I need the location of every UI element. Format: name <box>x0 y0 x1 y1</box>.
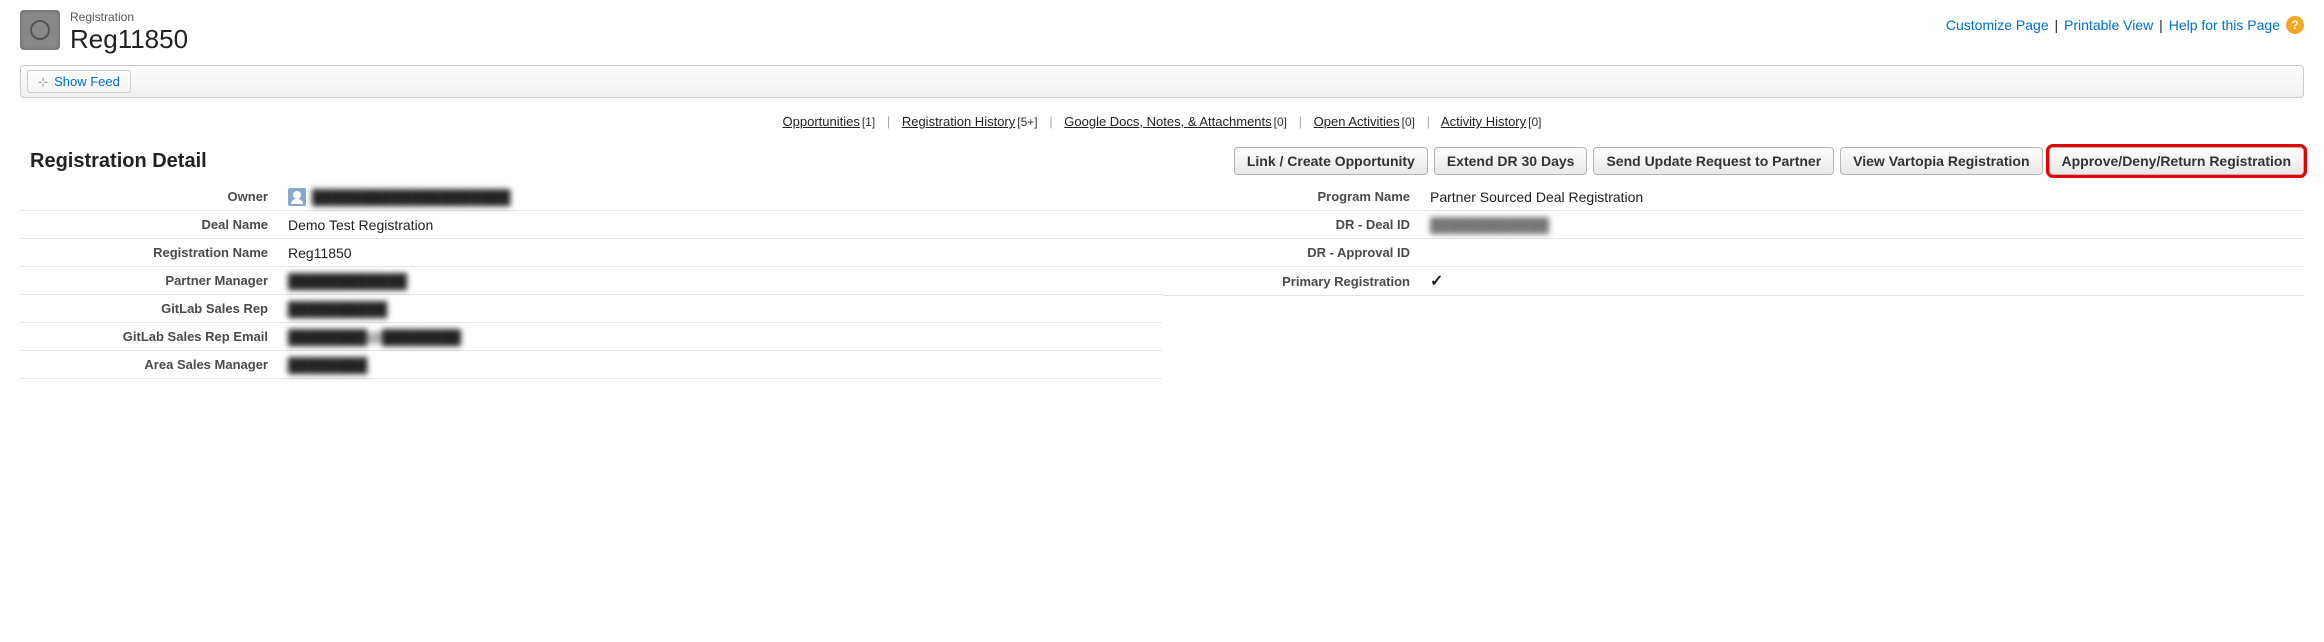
field-gitlab-sales-rep: GitLab Sales Rep ██████████ <box>20 295 1162 323</box>
help-icon[interactable]: ? <box>2286 16 2304 34</box>
label-registration-name: Registration Name <box>20 241 280 264</box>
related-open-activities[interactable]: Open Activities <box>1314 114 1400 129</box>
value-gitlab-sales-rep-email: ████████@████████ <box>280 325 1162 349</box>
label-partner-manager: Partner Manager <box>20 269 280 292</box>
right-column: Program Name Partner Sourced Deal Regist… <box>1162 183 2304 379</box>
field-dr-deal-id: DR - Deal ID ████████████ <box>1162 211 2304 239</box>
field-dr-approval-id: DR - Approval ID <box>1162 239 2304 267</box>
value-primary-registration: ✓ <box>1422 267 2304 295</box>
field-registration-name: Registration Name Reg11850 <box>20 239 1162 267</box>
record-name: Reg11850 <box>70 24 188 55</box>
value-registration-name: Reg11850 <box>280 241 1162 265</box>
extend-dr-button[interactable]: Extend DR 30 Days <box>1434 147 1588 175</box>
customize-page-link[interactable]: Customize Page <box>1946 17 2049 33</box>
related-opportunities[interactable]: Opportunities <box>783 114 860 129</box>
left-column: Owner ████████████████████ Deal Name Dem… <box>20 183 1162 379</box>
value-gitlab-sales-rep: ██████████ <box>280 297 1162 321</box>
field-deal-name: Deal Name Demo Test Registration <box>20 211 1162 239</box>
link-create-opportunity-button[interactable]: Link / Create Opportunity <box>1234 147 1428 175</box>
value-deal-name: Demo Test Registration <box>280 213 1162 237</box>
field-partner-manager: Partner Manager ████████████ <box>20 267 1162 295</box>
field-primary-registration: Primary Registration ✓ <box>1162 267 2304 296</box>
label-gitlab-sales-rep: GitLab Sales Rep <box>20 297 280 320</box>
printable-view-link[interactable]: Printable View <box>2064 17 2153 33</box>
label-deal-name: Deal Name <box>20 213 280 236</box>
field-owner: Owner ████████████████████ <box>20 183 1162 211</box>
related-open-activities-count: [0] <box>1402 115 1415 129</box>
record-type-label: Registration <box>70 10 188 24</box>
page-header: Registration Reg11850 Customize Page | P… <box>20 10 2304 55</box>
field-program-name: Program Name Partner Sourced Deal Regist… <box>1162 183 2304 211</box>
detail-buttons: Link / Create Opportunity Extend DR 30 D… <box>1234 147 2304 175</box>
value-dr-approval-id <box>1422 249 2304 257</box>
value-dr-deal-id: ████████████ <box>1422 213 2304 237</box>
show-feed-label: Show Feed <box>54 74 120 89</box>
value-owner: ████████████████████ <box>280 184 1162 210</box>
label-gitlab-sales-rep-email: GitLab Sales Rep Email <box>20 325 280 348</box>
title-block: Registration Reg11850 <box>70 10 188 55</box>
detail-grid: Owner ████████████████████ Deal Name Dem… <box>20 183 2304 379</box>
value-area-sales-manager: ████████ <box>280 353 1162 377</box>
related-links: Opportunities[1] | Registration History[… <box>20 106 2304 147</box>
view-vartopia-button[interactable]: View Vartopia Registration <box>1840 147 2042 175</box>
feed-bar: ⊹ Show Feed <box>20 65 2304 98</box>
related-opportunities-count: [1] <box>862 115 875 129</box>
approve-deny-return-button[interactable]: Approve/Deny/Return Registration <box>2049 147 2304 175</box>
label-owner: Owner <box>20 185 280 208</box>
label-dr-approval-id: DR - Approval ID <box>1162 241 1422 264</box>
feed-icon: ⊹ <box>38 75 48 89</box>
show-feed-button[interactable]: ⊹ Show Feed <box>27 70 131 93</box>
related-activity-history[interactable]: Activity History <box>1441 114 1526 129</box>
label-primary-registration: Primary Registration <box>1162 270 1422 293</box>
label-program-name: Program Name <box>1162 185 1422 208</box>
detail-header: Registration Detail Link / Create Opport… <box>20 147 2304 175</box>
related-registration-history-count: [5+] <box>1017 115 1037 129</box>
label-area-sales-manager: Area Sales Manager <box>20 353 280 376</box>
label-dr-deal-id: DR - Deal ID <box>1162 213 1422 236</box>
safe-icon <box>20 10 60 50</box>
header-links: Customize Page | Printable View | Help f… <box>1946 10 2304 34</box>
related-activity-history-count: [0] <box>1528 115 1541 129</box>
field-gitlab-sales-rep-email: GitLab Sales Rep Email ████████@████████ <box>20 323 1162 351</box>
send-update-request-button[interactable]: Send Update Request to Partner <box>1593 147 1834 175</box>
header-left: Registration Reg11850 <box>20 10 188 55</box>
person-icon[interactable] <box>288 188 306 206</box>
checkmark-icon: ✓ <box>1430 271 1443 291</box>
related-registration-history[interactable]: Registration History <box>902 114 1015 129</box>
related-google-docs-count: [0] <box>1274 115 1287 129</box>
value-program-name: Partner Sourced Deal Registration <box>1422 185 2304 209</box>
value-partner-manager: ████████████ <box>280 269 1162 293</box>
related-google-docs[interactable]: Google Docs, Notes, & Attachments <box>1064 114 1271 129</box>
section-title: Registration Detail <box>20 150 207 173</box>
help-link[interactable]: Help for this Page <box>2169 17 2280 33</box>
field-area-sales-manager: Area Sales Manager ████████ <box>20 351 1162 379</box>
